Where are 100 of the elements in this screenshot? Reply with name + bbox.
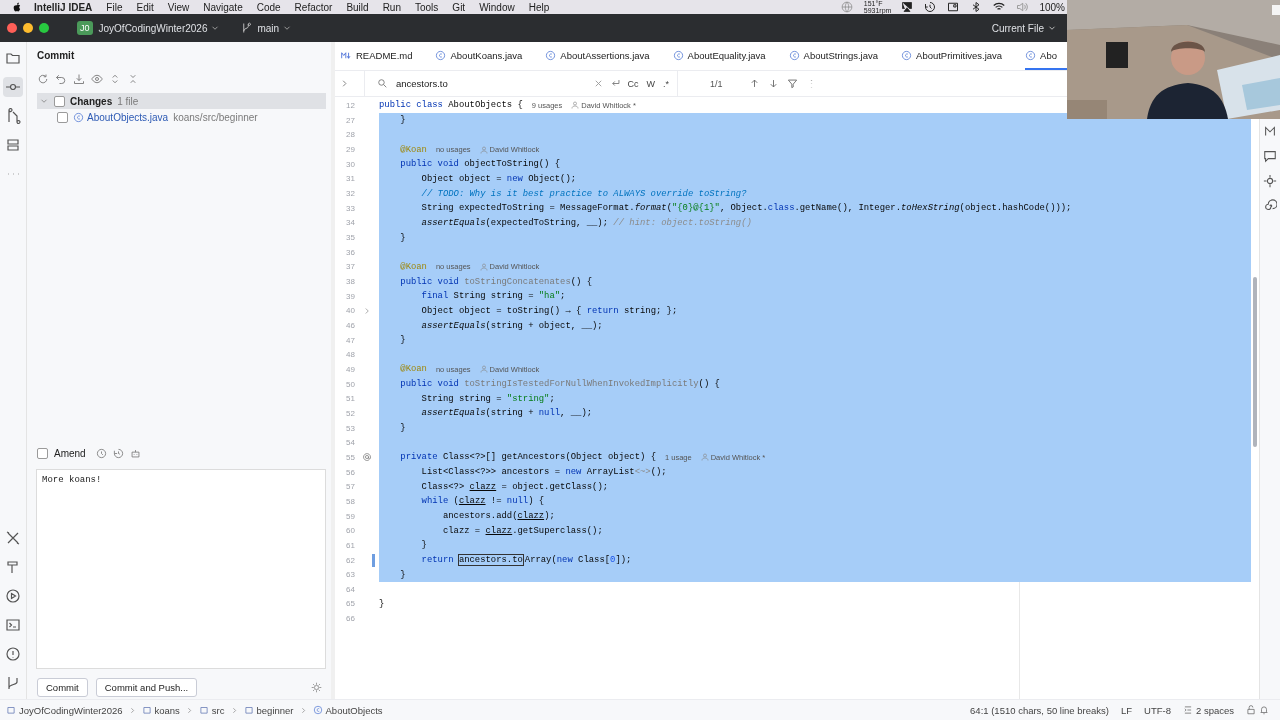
commit-icon[interactable] <box>3 77 23 97</box>
caret-position[interactable]: 64:1 (1510 chars, 50 line breaks) <box>970 704 1109 716</box>
line-separator[interactable]: LF <box>1120 704 1133 716</box>
at-sign-icon[interactable] <box>362 452 372 463</box>
branch-icon[interactable] <box>240 22 253 34</box>
tab-label[interactable]: AboutEquality.java <box>687 49 766 61</box>
search-option-toggle[interactable]: Cc <box>627 78 639 89</box>
tab-label[interactable]: Abo <box>1040 49 1057 61</box>
app-name[interactable]: IntelliJ IDEA <box>34 1 93 13</box>
menu-item[interactable]: Help <box>528 1 550 13</box>
newline-icon[interactable] <box>610 78 622 89</box>
code-text: String expectedToString = MessageFormat.format("{0}@{1}", Object.class.getName(), Integer.toHexString(object.hashCode())); <box>420 203 1072 214</box>
run-icon[interactable] <box>3 586 23 606</box>
line-number: 51 <box>345 394 355 404</box>
code-text: assertEquals(string + null, __); <box>420 408 593 419</box>
clock-arrow-icon[interactable] <box>112 447 124 459</box>
m-icon[interactable] <box>1263 124 1277 138</box>
class-icon <box>901 49 913 61</box>
change-marker[interactable] <box>371 553 375 567</box>
zoom-window-button[interactable] <box>39 23 49 33</box>
file-encoding[interactable]: UTF-8 <box>1144 704 1171 716</box>
menu-item[interactable]: Git <box>452 1 466 13</box>
scrollbar-thumb[interactable] <box>1253 277 1257 447</box>
commit-message-field[interactable]: More koans! <box>36 469 326 669</box>
search-field[interactable]: ancestors.to Cc W .* <box>364 71 678 96</box>
run-configuration-selector[interactable]: Current File <box>991 22 1044 34</box>
menu-item[interactable]: Run <box>382 1 401 13</box>
eye-icon[interactable] <box>91 73 103 85</box>
arrow-down-icon[interactable] <box>767 78 779 89</box>
line-number: 56 <box>345 467 355 477</box>
robot-icon[interactable] <box>129 447 141 459</box>
tab-label[interactable]: AboutStrings.java <box>803 49 879 61</box>
refresh-icon[interactable] <box>37 73 49 85</box>
lock-icon[interactable] <box>1246 705 1256 715</box>
download-icon[interactable] <box>73 73 85 85</box>
checkbox[interactable] <box>37 447 48 459</box>
code-text: clazz = clazz.getSuperclass(); <box>441 525 603 536</box>
problems-icon[interactable] <box>3 644 23 664</box>
menu-item[interactable]: Edit <box>136 1 154 13</box>
code-text: assertEquals(expectedToString, __); // hint: object.toString() <box>420 217 752 228</box>
tab-label[interactable]: README.md <box>356 49 413 61</box>
chat-icon[interactable] <box>1263 149 1277 163</box>
breadcrumb[interactable]: koans <box>154 704 180 716</box>
apple-icon[interactable] <box>12 2 22 12</box>
file-path: koans/src/beginner <box>173 111 258 123</box>
editor-tab[interactable]: README.md <box>341 42 424 70</box>
indent-setting[interactable]: 2 spaces <box>1195 704 1234 716</box>
checkbox[interactable] <box>54 95 65 107</box>
menu-item[interactable]: Tools <box>415 1 439 13</box>
editor-tab[interactable]: AboutPrimitives.java <box>901 42 1014 70</box>
menu-item[interactable]: Refactor <box>294 1 333 13</box>
clock-icon[interactable] <box>924 1 937 13</box>
line-number: 59 <box>345 511 355 521</box>
person-icon <box>479 365 488 374</box>
filter-icon[interactable] <box>786 78 798 89</box>
breadcrumb[interactable]: src <box>211 704 225 716</box>
commit-button[interactable]: Commit <box>37 677 88 697</box>
menu-item[interactable]: View <box>167 1 190 13</box>
editor-tab[interactable]: AboutKoans.java <box>435 42 534 70</box>
search-option-toggle[interactable]: W <box>646 78 655 89</box>
airplay-icon[interactable] <box>901 1 914 13</box>
globe-icon[interactable] <box>840 1 853 13</box>
line-number: 65 <box>345 599 355 609</box>
close-window-button[interactable] <box>7 23 17 33</box>
branch-selector[interactable]: main <box>257 22 280 34</box>
arrow-up-icon[interactable] <box>748 78 760 89</box>
editor-tab[interactable]: AboutAssertions.java <box>545 42 661 70</box>
menu-item[interactable]: Code <box>256 1 281 13</box>
code-text: public void toStringIsTestedForNullWhenInvokedImplicitly() { <box>399 379 720 390</box>
editor-tab[interactable]: AboutEquality.java <box>672 42 777 70</box>
code-text: public void objectToString() { <box>399 159 561 170</box>
menu-item[interactable]: Build <box>346 1 369 13</box>
tab-label[interactable]: AboutAssertions.java <box>560 49 650 61</box>
file-name[interactable]: AboutObjects.java <box>87 111 169 123</box>
display-icon[interactable] <box>947 1 960 13</box>
gear-icon[interactable] <box>1263 174 1277 188</box>
checkbox[interactable] <box>57 111 68 123</box>
notification-icon[interactable] <box>1259 705 1269 715</box>
changes-label: Changes <box>70 95 113 107</box>
line-number: 62 <box>345 555 355 565</box>
tab-label[interactable]: AboutPrimitives.java <box>916 49 1003 61</box>
breadcrumb[interactable]: JoyOfCodingWinter2026 <box>19 704 123 716</box>
code-text: } <box>399 423 406 434</box>
commit-and-push-button[interactable]: Commit and Push... <box>95 677 198 697</box>
changes-row[interactable]: Changes 1 file <box>37 93 326 109</box>
menu-item[interactable]: File <box>106 1 123 13</box>
volume-icon[interactable] <box>1016 1 1029 13</box>
code-text: } <box>420 540 427 551</box>
undo-icon[interactable] <box>55 73 67 85</box>
menu-item[interactable]: Navigate <box>203 1 243 13</box>
amend-label[interactable]: Amend <box>54 447 86 459</box>
breadcrumb[interactable]: beginner <box>256 704 294 716</box>
editor-tab[interactable]: AboutStrings.java <box>788 42 890 70</box>
menu-item[interactable]: Window <box>479 1 515 13</box>
tab-label[interactable]: AboutKoans.java <box>450 49 523 61</box>
breadcrumb[interactable]: AboutObjects <box>325 704 383 716</box>
search-option-toggle[interactable]: .* <box>663 78 669 89</box>
minimize-window-button[interactable] <box>23 23 33 33</box>
class-icon <box>312 705 323 715</box>
project-selector[interactable]: JoyOfCodingWinter2026 <box>98 22 208 34</box>
